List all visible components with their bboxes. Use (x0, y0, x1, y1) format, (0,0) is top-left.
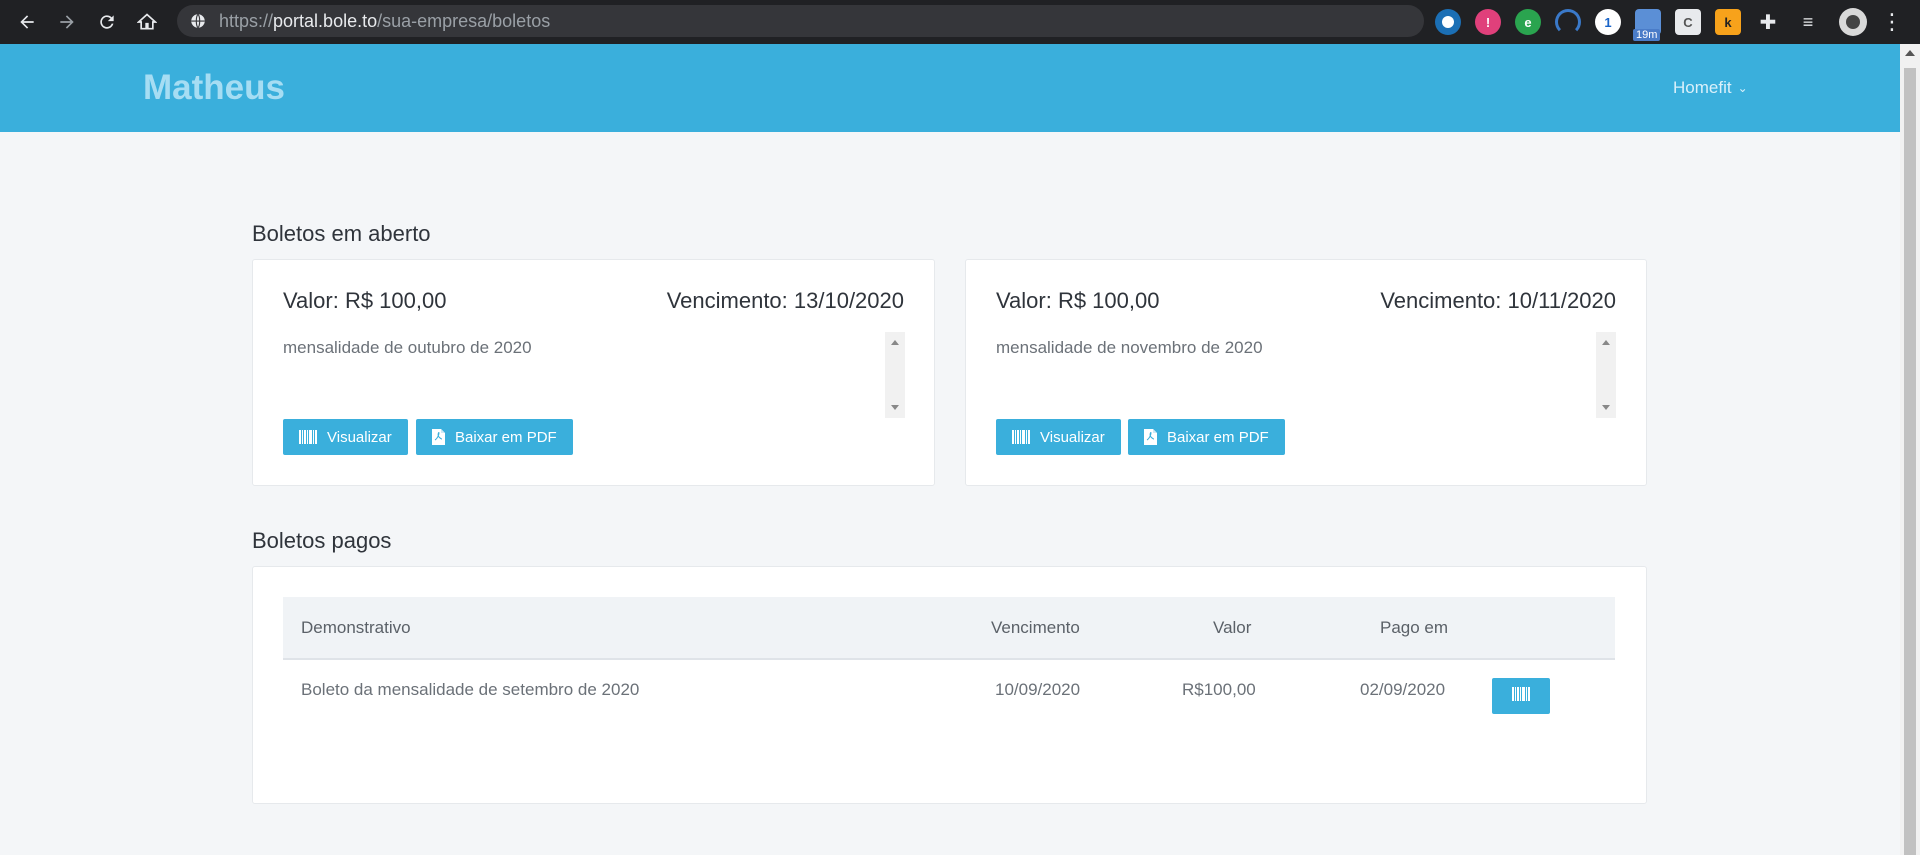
barcode-icon (1512, 686, 1530, 706)
download-pdf-button[interactable]: Baixar em PDF (1128, 419, 1285, 455)
cell-pago-em: 02/09/2020 (1360, 680, 1446, 699)
bill-card-october: Valor: R$ 100,00 Vencimento: 13/10/2020 … (252, 259, 935, 486)
bill-value: Valor: R$ 100,00 (996, 288, 1160, 313)
bill-description: mensalidade de novembro de 2020 (996, 338, 1263, 357)
cell-vencimento: 10/09/2020 (995, 680, 1081, 699)
barcode-icon (1012, 430, 1030, 444)
bill-description: mensalidade de outubro de 2020 (283, 338, 532, 357)
extension-k-icon[interactable]: k (1715, 9, 1741, 35)
pdf-file-icon (1144, 429, 1157, 445)
back-button[interactable] (12, 7, 42, 37)
url-text: https://portal.bole.to/sua-empresa/bolet… (219, 10, 551, 31)
forward-button[interactable] (52, 7, 82, 37)
brand-title[interactable]: Matheus (143, 68, 285, 108)
arrow-right-icon (60, 15, 74, 29)
browser-toolbar: https://portal.bole.to/sua-empresa/bolet… (0, 0, 1920, 44)
view-bill-label: Visualizar (327, 428, 392, 446)
reading-list-icon[interactable]: ≡ (1795, 9, 1821, 35)
puzzle-icon[interactable]: ✚ (1755, 9, 1781, 35)
page-scrollbar[interactable] (1900, 44, 1920, 855)
barcode-icon (299, 430, 317, 444)
view-bill-button[interactable]: Visualizar (283, 419, 408, 455)
column-header-pago-em: Pago em (1380, 618, 1449, 637)
column-header-vencimento: Vencimento (991, 618, 1080, 637)
paid-bills-title: Boletos pagos (252, 528, 392, 553)
arrow-left-icon (20, 15, 34, 29)
description-scrollbar[interactable] (885, 332, 905, 418)
column-header-valor: Valor (1213, 618, 1252, 637)
bill-due-date: Vencimento: 10/11/2020 (1380, 288, 1616, 313)
bill-card-november: Valor: R$ 100,00 Vencimento: 10/11/2020 … (965, 259, 1647, 486)
download-pdf-button[interactable]: Baixar em PDF (416, 419, 573, 455)
extension-arc-icon[interactable] (1555, 9, 1581, 35)
cell-valor: R$100,00 (1182, 680, 1256, 699)
paid-bills-card: Demonstrativo Vencimento Valor Pago em B… (252, 566, 1647, 804)
home-icon (137, 13, 157, 30)
scroll-up-arrow-icon[interactable] (1905, 50, 1915, 56)
onepassword-icon[interactable]: 1 (1595, 9, 1621, 35)
view-bill-button[interactable]: Visualizar (996, 419, 1121, 455)
extension-alert-icon[interactable]: ! (1475, 9, 1501, 35)
reload-icon (100, 15, 114, 29)
evernote-icon[interactable]: e (1515, 9, 1541, 35)
calendar-extension-icon[interactable]: 19m (1633, 9, 1661, 41)
column-header-demonstrativo: Demonstrativo (301, 618, 411, 637)
company-menu-label: Homefit (1673, 78, 1732, 97)
reload-button[interactable] (92, 7, 122, 37)
pdf-file-icon (432, 429, 445, 445)
company-menu[interactable]: Homefit ⌄ (1673, 78, 1748, 98)
bill-due-date: Vencimento: 13/10/2020 (666, 288, 904, 313)
home-button[interactable] (132, 7, 162, 37)
view-bill-label: Visualizar (1040, 428, 1105, 446)
profile-avatar[interactable] (1839, 8, 1867, 36)
download-pdf-label: Baixar em PDF (1167, 428, 1269, 446)
app-header: Matheus Homefit ⌄ (0, 44, 1900, 132)
more-menu-icon[interactable]: ⋮ (1881, 11, 1903, 33)
description-scrollbar[interactable] (1596, 332, 1616, 418)
extension-c-icon[interactable]: C (1675, 9, 1701, 35)
scrollbar-thumb[interactable] (1904, 68, 1916, 855)
view-paid-bill-button[interactable] (1492, 678, 1550, 714)
globe-icon (191, 13, 205, 29)
download-pdf-label: Baixar em PDF (455, 428, 557, 446)
bill-value: Valor: R$ 100,00 (283, 288, 447, 313)
address-bar[interactable]: https://portal.bole.to/sua-empresa/bolet… (177, 5, 1424, 37)
extension-circle-icon[interactable] (1435, 9, 1461, 35)
chevron-down-icon: ⌄ (1737, 81, 1748, 95)
cell-demonstrativo: Boleto da mensalidade de setembro de 202… (301, 680, 640, 699)
open-bills-title: Boletos em aberto (252, 221, 431, 246)
extensions-bar: ! e 1 19m C k ✚ ≡ ⋮ (1435, 6, 1903, 41)
